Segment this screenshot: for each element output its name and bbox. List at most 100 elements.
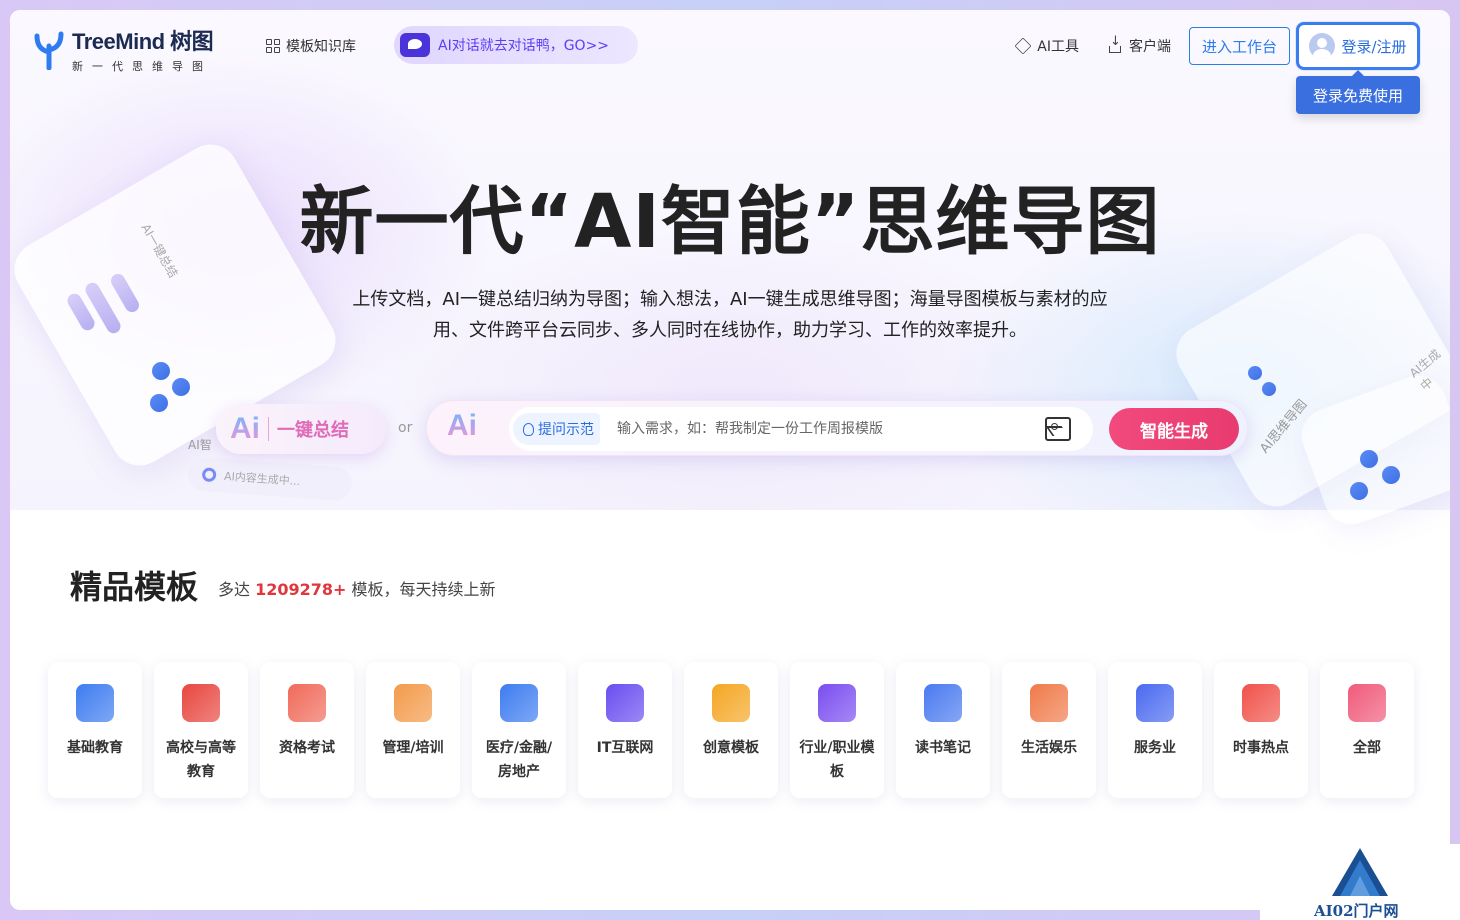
hero-description-line1: 上传文档，AI一键总结归纳为导图；输入想法，AI一键生成思维导图；海量导图模板与… [352,289,1108,310]
lightbulb-icon [523,422,534,436]
watermark-text: AI02门户网 [1314,902,1399,920]
template-category-card[interactable]: 高校与高等教育 [154,662,248,798]
logo-title: TreeMind 树图 [72,29,214,54]
ai-prompt-input[interactable] [617,407,1017,451]
hero-section: AI一键总结 AI智 AI内容生成中... AI思维导图 AI生成中 TreeM… [10,10,1450,533]
browser-window: AI一键总结 AI智 AI内容生成中... AI思维导图 AI生成中 TreeM… [10,10,1450,910]
nav-template-library[interactable]: 模板知识库 [266,36,356,56]
search-field-container: 提问示范 [509,407,1093,451]
category-icon [1030,684,1068,722]
hero-headline: 新一代“AI智能”思维导图 [299,179,1161,265]
tree-logo-icon [34,31,64,70]
deco-dot [1248,366,1262,380]
ai-logo-icon: Ai [230,412,260,445]
category-label: 医疗/金融/房地产 [485,740,553,780]
template-category-card[interactable]: 全部 [1320,662,1414,798]
category-label: 时事热点 [1233,740,1289,756]
category-icon [818,684,856,722]
treemind-logo[interactable]: TreeMind 树图 新一代思维导图 [32,24,214,74]
or-label: or [398,420,413,436]
template-category-card[interactable]: 基础教育 [48,662,142,798]
category-label: 全部 [1353,740,1381,756]
nav-client-download[interactable]: 客户端 [1107,34,1171,56]
category-icon [500,684,538,722]
category-icon [182,684,220,722]
category-label: 资格考试 [279,740,335,756]
top-right-nav: AI工具 客户端 进入工作台 登录/注册 [1014,22,1420,70]
templates-sub-suffix: 模板，每天持续上新 [346,580,496,599]
deco-dot [152,362,170,380]
template-category-card[interactable]: 服务业 [1108,662,1202,798]
deco-generating-pill: AI内容生成中... [187,456,353,502]
templates-section-subtitle: 多达 1209278+ 模板，每天持续上新 [218,576,496,600]
summary-label: 一键总结 [277,420,349,441]
deco-dot [1360,450,1378,468]
category-label: 服务业 [1134,740,1176,756]
templates-sub-prefix: 多达 [218,580,256,599]
nav-client-label: 客户端 [1128,39,1171,55]
watermark: AI02门户网 [1260,844,1460,920]
avatar-icon [1309,33,1336,59]
nav-ai-tools[interactable]: AI工具 [1014,36,1079,56]
ai-generate-bar: Ai 提问示范 智能生成 [426,400,1248,456]
deco-text: AI内容生成中... [223,469,301,489]
grid-icon [266,39,280,53]
smart-generate-button[interactable]: 智能生成 [1109,408,1239,450]
template-category-list: 基础教育 高校与高等教育 资格考试 管理/培训 医疗/金融/房地产 IT互联网 创意模板 行业… [48,662,1414,798]
category-icon [712,684,750,722]
category-label: 高校与高等教育 [166,740,236,780]
deco-dot [1262,382,1276,396]
question-example-button[interactable]: 提问示范 [513,413,600,445]
nav-template-label: 模板知识库 [286,39,356,55]
divider [268,417,269,441]
deco-dot [1382,466,1400,484]
ai-chat-promo-link[interactable]: AI对话就去对话鸭，GO>> [394,26,638,64]
template-count: 1209278+ [255,580,347,599]
template-category-card[interactable]: 医疗/金融/房地产 [472,662,566,798]
duck-icon [400,33,430,57]
deco-dot [150,394,168,412]
template-category-card[interactable]: 资格考试 [260,662,354,798]
category-label: IT互联网 [596,740,654,756]
question-example-label: 提问示范 [538,422,594,438]
category-icon [76,684,114,722]
category-icon [1348,684,1386,722]
loading-ring-icon [201,467,217,483]
category-icon [1242,684,1280,722]
category-label: 生活娱乐 [1021,740,1077,756]
category-label: 创意模板 [703,740,759,756]
ai-logo-icon: Ai [447,409,477,442]
image-upload-icon[interactable] [1045,417,1071,441]
enter-workspace-button[interactable]: 进入工作台 [1188,27,1290,65]
template-category-card[interactable]: 创意模板 [684,662,778,798]
template-category-card[interactable]: 行业/职业模板 [790,662,884,798]
category-label: 管理/培训 [382,740,444,756]
deco-dot [1350,482,1368,500]
category-icon [288,684,326,722]
download-icon [1107,34,1123,54]
ai-chat-promo-label: AI对话就去对话鸭，GO>> [438,38,610,54]
nav-ai-tools-label: AI工具 [1037,39,1079,55]
template-category-card[interactable]: 读书笔记 [896,662,990,798]
template-category-card[interactable]: IT互联网 [578,662,672,798]
watermark-logo-icon [1332,848,1388,896]
cube-icon [1014,37,1032,55]
category-label: 行业/职业模板 [799,740,875,780]
one-click-summary-button[interactable]: Ai 一键总结 [216,404,386,454]
category-label: 读书笔记 [915,740,971,756]
template-category-card[interactable]: 时事热点 [1214,662,1308,798]
login-register-label: 登录/注册 [1341,37,1407,56]
category-icon [606,684,644,722]
login-register-button[interactable]: 登录/注册 [1296,22,1420,70]
category-icon [924,684,962,722]
category-icon [1136,684,1174,722]
template-category-card[interactable]: 生活娱乐 [1002,662,1096,798]
hero-description-line2: 用、文件跨平台云同步、多人同时在线协作，助力学习、工作的效率提升。 [433,320,1027,341]
login-free-tooltip[interactable]: 登录免费使用 [1296,70,1420,114]
category-label: 基础教育 [67,740,123,756]
logo-subtitle: 新一代思维导图 [72,60,212,73]
template-category-card[interactable]: 管理/培训 [366,662,460,798]
templates-section-title: 精品模板 [70,568,199,606]
category-icon [394,684,432,722]
deco-dot [172,378,190,396]
